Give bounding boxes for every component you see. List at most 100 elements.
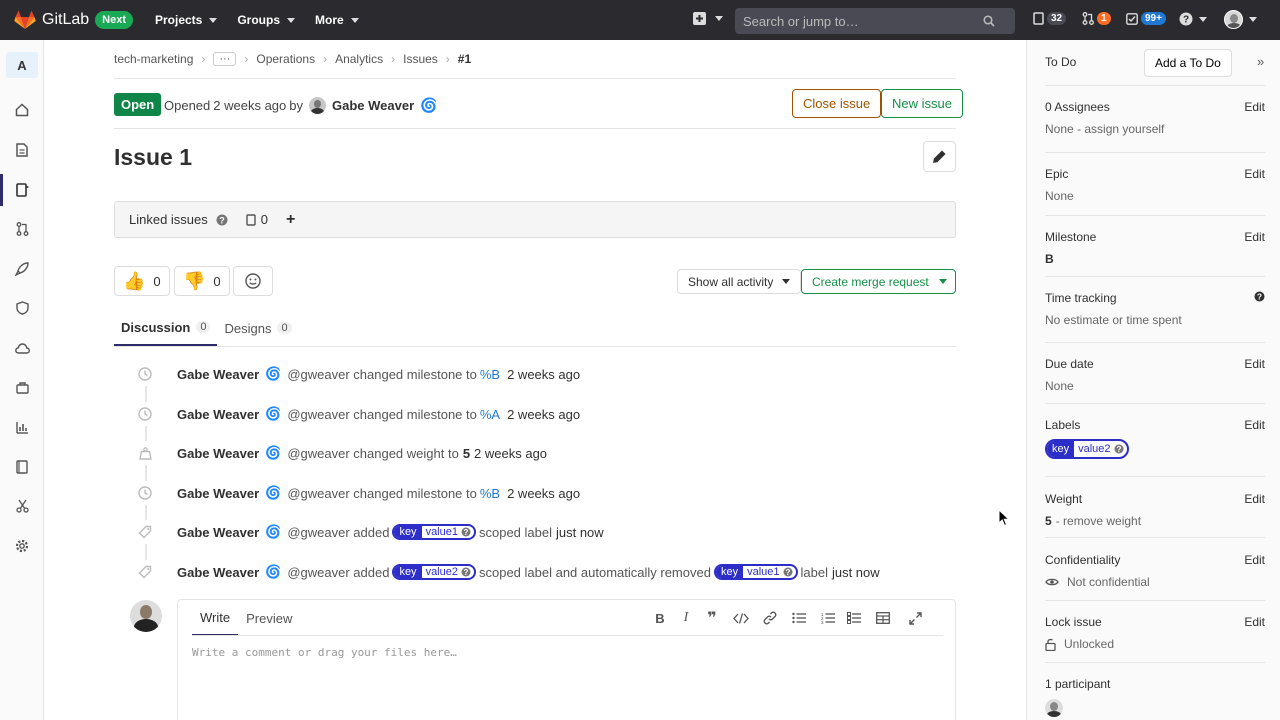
milestone-link[interactable]: %A — [480, 407, 500, 422]
italic-icon[interactable]: I — [678, 609, 694, 627]
more-menu[interactable]: More — [315, 13, 359, 27]
code-icon[interactable] — [730, 609, 752, 627]
add-todo-button[interactable]: Add a To Do — [1144, 49, 1232, 77]
edit-due-date-link[interactable]: Edit — [1244, 357, 1265, 371]
edit-labels-link[interactable]: Edit — [1244, 418, 1265, 432]
fullscreen-icon[interactable] — [904, 609, 926, 627]
remove-weight-link[interactable]: - remove weight — [1056, 514, 1141, 528]
plus-square-icon — [693, 12, 706, 25]
scoped-label[interactable]: key value2? — [1045, 439, 1129, 459]
search-input[interactable] — [743, 13, 983, 29]
snippets-icon[interactable] — [13, 497, 31, 515]
add-reaction-button[interactable] — [233, 266, 273, 296]
create-merge-request-dropdown[interactable] — [930, 269, 956, 294]
user-menu[interactable] — [1224, 10, 1257, 29]
divider — [114, 78, 956, 79]
thumbsup-award-button[interactable]: 👍 0 — [114, 266, 170, 296]
current-user-avatar[interactable] — [130, 600, 162, 632]
edit-title-button[interactable] — [923, 141, 956, 172]
projects-menu[interactable]: Projects — [155, 13, 218, 27]
note-author[interactable]: Gabe Weaver — [177, 446, 259, 461]
weight-value: 5 — [462, 445, 471, 461]
tab-designs[interactable]: Designs 0 — [217, 310, 298, 346]
thumbsdown-award-button[interactable]: 👎 0 — [174, 266, 230, 296]
chevron-down-icon — [1199, 16, 1207, 22]
milestone-link[interactable]: %B — [480, 486, 500, 501]
home-icon[interactable] — [13, 101, 31, 119]
new-dropdown[interactable] — [693, 12, 723, 25]
note-author[interactable]: Gabe Weaver — [177, 565, 259, 580]
edit-epic-link[interactable]: Edit — [1244, 167, 1265, 181]
close-issue-button[interactable]: Close issue — [792, 89, 882, 118]
edit-confidentiality-link[interactable]: Edit — [1244, 553, 1265, 567]
note-author[interactable]: Gabe Weaver — [177, 525, 259, 540]
wiki-icon[interactable] — [13, 458, 31, 476]
tab-discussion[interactable]: Discussion 0 — [114, 310, 218, 346]
brand[interactable]: GitLab Next — [14, 10, 133, 30]
bold-icon[interactable]: B — [652, 609, 668, 627]
todos-counter[interactable]: 99+ — [1126, 12, 1166, 25]
assign-yourself-link[interactable]: None - assign yourself — [1045, 122, 1265, 136]
quote-icon[interactable]: ❞ — [704, 609, 720, 627]
svg-text:3: 3 — [821, 620, 824, 624]
edit-lock-link[interactable]: Edit — [1244, 615, 1265, 629]
participant-avatar[interactable] — [1045, 699, 1063, 717]
next-badge[interactable]: Next — [95, 11, 133, 29]
rocket-icon[interactable] — [13, 260, 31, 278]
shield-icon[interactable] — [13, 299, 31, 317]
search-box[interactable] — [735, 8, 1015, 34]
help-icon[interactable]: ? — [216, 214, 228, 226]
chevron-down-icon — [715, 16, 723, 21]
project-avatar[interactable]: A — [6, 52, 38, 78]
collapse-sidebar-icon[interactable]: » — [1257, 54, 1264, 69]
settings-icon[interactable] — [13, 537, 31, 555]
issues-icon[interactable] — [13, 181, 31, 199]
milestone-value[interactable]: B — [1045, 252, 1265, 266]
breadcrumb-current[interactable]: #1 — [458, 52, 471, 66]
merge-requests-counter[interactable]: 1 — [1082, 12, 1111, 25]
chevron-down-icon — [209, 17, 218, 23]
note-author[interactable]: Gabe Weaver — [177, 486, 259, 501]
breadcrumb-group[interactable]: tech-marketing — [114, 52, 193, 66]
cloud-icon[interactable] — [13, 339, 31, 357]
breadcrumb-project[interactable]: Analytics — [335, 52, 383, 66]
help-menu[interactable]: ? — [1179, 12, 1207, 26]
help-icon: ? — [461, 527, 471, 537]
merge-requests-icon[interactable] — [13, 220, 31, 238]
author-link[interactable]: Gabe Weaver — [332, 98, 414, 113]
write-tab[interactable]: Write — [192, 600, 239, 636]
edit-milestone-link[interactable]: Edit — [1244, 230, 1265, 244]
note-author[interactable]: Gabe Weaver — [177, 367, 259, 382]
link-icon[interactable] — [762, 609, 778, 627]
package-icon[interactable] — [13, 378, 31, 396]
help-icon[interactable]: ? — [1254, 291, 1265, 302]
table-icon[interactable] — [872, 609, 894, 627]
participants-section: 1 participant — [1045, 677, 1265, 717]
issues-icon — [1033, 12, 1044, 25]
author-avatar[interactable] — [309, 97, 326, 114]
preview-tab[interactable]: Preview — [238, 600, 300, 636]
scoped-label[interactable]: key value1? — [713, 564, 798, 580]
breadcrumb-expand-button[interactable]: ··· — [213, 52, 237, 66]
numbered-list-icon[interactable]: 123 — [820, 609, 836, 627]
edit-weight-link[interactable]: Edit — [1244, 492, 1265, 506]
repository-icon[interactable] — [13, 141, 31, 159]
breadcrumb-issues[interactable]: Issues — [403, 52, 438, 66]
activity-filter-dropdown[interactable]: Show all activity — [677, 269, 802, 294]
create-merge-request-button[interactable]: Create merge request — [801, 269, 940, 294]
issues-counter[interactable]: 32 — [1033, 12, 1067, 25]
comment-textarea[interactable] — [192, 646, 932, 716]
scoped-label[interactable]: key value1? — [392, 524, 476, 540]
analytics-icon[interactable] — [13, 418, 31, 436]
new-issue-button[interactable]: New issue — [881, 89, 963, 118]
edit-assignees-link[interactable]: Edit — [1244, 100, 1265, 114]
breadcrumb-subgroup[interactable]: Operations — [256, 52, 315, 66]
bullet-list-icon[interactable] — [788, 609, 810, 627]
scoped-label[interactable]: key value2? — [392, 564, 476, 580]
task-list-icon[interactable] — [846, 609, 862, 627]
groups-menu[interactable]: Groups — [237, 13, 296, 27]
add-linked-issue-button[interactable]: + — [286, 211, 295, 229]
note-author[interactable]: Gabe Weaver — [177, 407, 259, 422]
chevron-down-icon — [1249, 17, 1257, 22]
milestone-link[interactable]: %B — [480, 367, 500, 382]
